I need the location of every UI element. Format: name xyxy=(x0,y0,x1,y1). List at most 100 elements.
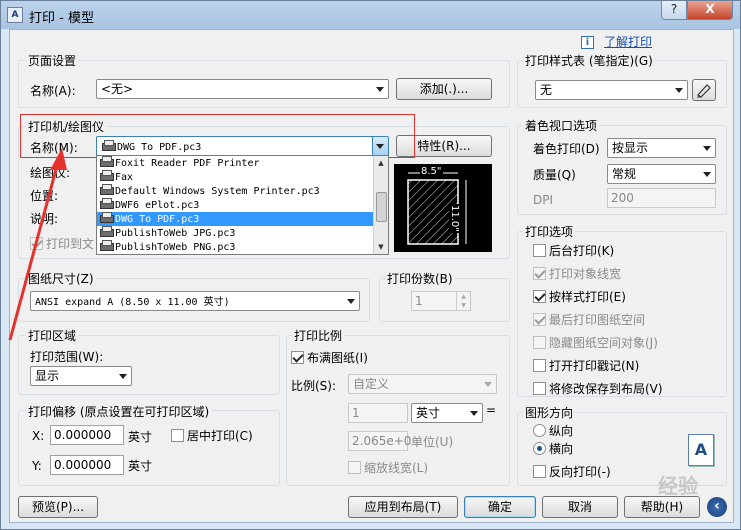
page-setup-label: 页面设置 xyxy=(26,52,79,69)
help-title-button[interactable]: ? xyxy=(661,1,687,20)
plotter-list-item[interactable]: Fax xyxy=(97,170,373,184)
center-plot-checkbox[interactable]: 居中打印(C) xyxy=(171,429,253,445)
plot-option-label: 打印对象线宽 xyxy=(549,267,622,281)
plot-option-checkbox[interactable]: 按样式打印(E) xyxy=(533,290,626,306)
orientation-page-icon: A xyxy=(688,434,714,466)
shade-plot-combo[interactable]: 按显示 xyxy=(607,138,716,158)
scale-lineweights-label: 缩放线宽(L) xyxy=(364,461,429,475)
chevron-down-icon xyxy=(703,172,711,177)
chevron-down-icon xyxy=(376,87,384,92)
scale-unit-combo[interactable]: 英寸 xyxy=(411,403,483,423)
plot-option-label: 将修改保存到布局(V) xyxy=(549,382,663,396)
paper-preview-svg xyxy=(407,172,467,245)
landscape-label: 横向 xyxy=(549,442,574,456)
plot-style-label: 打印样式表 (笔指定)(G) xyxy=(523,52,655,69)
plotter-list-item[interactable]: Foxit Reader PDF Printer xyxy=(97,156,373,170)
title-bar[interactable]: A 打印 - 模型 ? X xyxy=(1,1,740,29)
close-button[interactable]: X xyxy=(687,1,733,20)
plot-option-label: 按样式打印(E) xyxy=(549,290,626,304)
plotter-list-item-label: Foxit Reader PDF Printer xyxy=(115,158,260,169)
page-setup-name-value: <无> xyxy=(101,82,134,96)
plot-option-label: 打开打印戳记(N) xyxy=(549,359,640,373)
chevron-down-icon xyxy=(484,382,492,387)
add-page-setup-button[interactable]: 添加(.)... xyxy=(396,78,492,100)
dpi-label: DPI xyxy=(533,193,554,207)
plot-range-combo[interactable]: 显示 xyxy=(30,366,132,386)
plotter-list-item[interactable]: DWF6 ePlot.pc3 xyxy=(97,198,373,212)
watermark: 经验 xyxy=(658,474,698,498)
edit-style-button[interactable] xyxy=(692,79,716,101)
plotter-list-item[interactable]: DWG To PDF.pc3 xyxy=(97,212,373,226)
red-arrow-annotation xyxy=(8,148,67,341)
portrait-radio[interactable]: 纵向 xyxy=(533,424,573,440)
learn-plot-link[interactable]: 了解打印 xyxy=(604,33,652,50)
plot-option-checkbox[interactable]: 将修改保存到布局(V) xyxy=(533,382,663,398)
plotter-list-item-label: PublishToWeb JPG.pc3 xyxy=(115,228,236,239)
plotter-dropdown-list[interactable]: Foxit Reader PDF Printer Fax Default Windo… xyxy=(96,155,389,255)
center-plot-label: 居中打印(C) xyxy=(187,429,253,443)
scale-drawing-units-input[interactable]: 2.065e+00 xyxy=(348,431,419,451)
plotter-list-item-label: DWG To PDF.pc3 xyxy=(115,214,200,225)
dialog-client: i 了解打印 页面设置 名称(A): <无> 添加(.)... 打印机/绘图仪 … xyxy=(8,29,734,523)
chevron-down-icon xyxy=(119,374,127,379)
more-options-button[interactable]: ‹ xyxy=(707,497,727,517)
y-label: Y: xyxy=(32,459,42,473)
ok-button[interactable]: 确定 xyxy=(464,496,536,518)
plot-option-checkbox[interactable]: 打开打印戳记(N) xyxy=(533,359,639,375)
orientation-label: 图形方向 xyxy=(523,404,576,421)
page-setup-name-combo[interactable]: <无> xyxy=(96,79,389,99)
plot-style-combo[interactable]: 无 xyxy=(535,80,688,100)
dpi-input[interactable]: 200 xyxy=(607,188,716,208)
list-scrollbar[interactable]: ▲ ▼ xyxy=(373,156,388,254)
plot-option-label: 最后打印图纸空间 xyxy=(549,313,646,327)
shade-plot-label: 着色打印(D) xyxy=(533,140,600,157)
scroll-down-arrow[interactable]: ▼ xyxy=(374,240,388,254)
quality-value: 常规 xyxy=(612,167,637,181)
scale-value: 自定义 xyxy=(353,377,390,391)
scale-combo[interactable]: 自定义 xyxy=(348,374,497,394)
scroll-thumb[interactable] xyxy=(376,192,387,222)
pen-edit-icon xyxy=(697,84,711,98)
plot-option-checkbox[interactable]: 打印对象线宽 xyxy=(533,267,621,283)
plotter-list-item-label: DWF6 ePlot.pc3 xyxy=(115,200,200,211)
copies-label: 打印份数(B) xyxy=(385,270,455,287)
plotter-list-item[interactable]: PublishToWeb PNG.pc3 xyxy=(97,240,373,254)
apply-to-layout-button[interactable]: 应用到布局(T) xyxy=(348,496,458,518)
plot-option-checkbox[interactable]: 隐藏图纸空间对象(J) xyxy=(533,336,658,352)
scale-label: 比例(S): xyxy=(291,377,337,394)
plot-option-checkbox[interactable]: 后台打印(K) xyxy=(533,244,614,260)
equals-sign: = xyxy=(486,403,497,417)
preview-button[interactable]: 预览(P)... xyxy=(18,496,98,518)
fit-to-paper-label: 布满图纸(I) xyxy=(307,351,368,365)
plotter-list-item[interactable]: Default Windows System Printer.pc3 xyxy=(97,184,373,198)
paper-preview: 8.5" 11.0" xyxy=(394,164,492,252)
reverse-plot-checkbox[interactable]: 反向打印(-) xyxy=(533,465,611,481)
plot-options-label: 打印选项 xyxy=(523,223,576,240)
scale-paper-units-input[interactable]: 1 xyxy=(348,403,408,423)
y-unit-label: 英寸 xyxy=(128,457,153,474)
scale-lineweights-checkbox[interactable]: 缩放线宽(L) xyxy=(348,461,428,477)
preview-height-label: 11.0" xyxy=(449,204,460,233)
plot-option-checkbox[interactable]: 最后打印图纸空间 xyxy=(533,313,645,329)
preview-width-label: 8.5" xyxy=(420,166,443,177)
plotter-list-item-label: Default Windows System Printer.pc3 xyxy=(115,186,320,197)
chevron-down-icon xyxy=(470,411,478,416)
quality-combo[interactable]: 常规 xyxy=(607,164,716,184)
scroll-up-arrow[interactable]: ▲ xyxy=(374,156,388,170)
x-offset-input[interactable]: 0.000000 xyxy=(50,425,124,445)
y-offset-input[interactable]: 0.000000 xyxy=(50,455,124,475)
portrait-label: 纵向 xyxy=(549,424,574,438)
copies-spinner[interactable]: ▲ ▼ xyxy=(456,292,470,310)
plot-range-value: 显示 xyxy=(35,369,60,383)
scale-unit-value: 英寸 xyxy=(416,406,441,420)
info-icon: i xyxy=(581,36,594,49)
help-button[interactable]: 帮助(H) xyxy=(624,496,700,518)
plotter-list-item-label: PublishToWeb PNG.pc3 xyxy=(115,242,236,253)
cancel-button[interactable]: 取消 xyxy=(542,496,618,518)
landscape-radio[interactable]: 横向 xyxy=(533,442,573,458)
autocad-app-icon: A xyxy=(7,7,23,23)
window-title: 打印 - 模型 xyxy=(29,11,94,26)
fit-to-paper-checkbox[interactable]: 布满图纸(I) xyxy=(291,351,368,367)
reverse-plot-label: 反向打印(-) xyxy=(549,465,611,479)
plotter-list-item[interactable]: PublishToWeb JPG.pc3 xyxy=(97,226,373,240)
